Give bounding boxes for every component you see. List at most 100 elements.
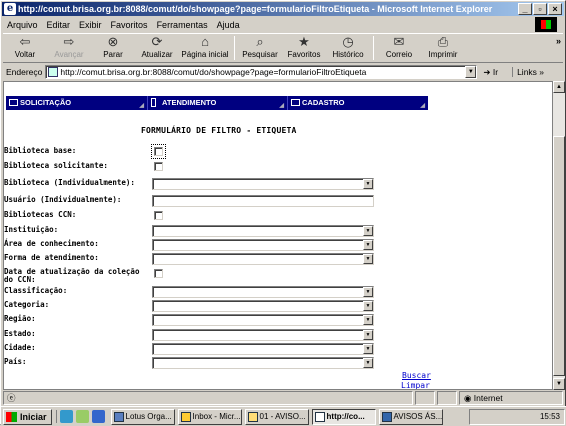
pais-select[interactable]: ▼ [152, 357, 374, 369]
back-button[interactable]: ⇦ Voltar [3, 35, 47, 62]
toolbar: ⇦ Voltar ⇨ Avançar ⊗ Parar ⟳ Atualizar ⌂ Pági… [3, 33, 563, 63]
browser-window: e http://comut.brisa.org.br:8088/comut/d… [0, 0, 566, 426]
title-bar[interactable]: e http://comut.brisa.org.br:8088/comut/d… [2, 2, 564, 16]
menu-ferramentas[interactable]: Ferramentas [157, 20, 208, 30]
field-row: Cidade: ▼ [4, 342, 434, 356]
field-label: Área de conhecimento: [4, 239, 99, 248]
menu-arquivo[interactable]: Arquivo [7, 20, 38, 30]
print-button[interactable]: ⎙ Imprimir [421, 35, 465, 62]
menu-favoritos[interactable]: Favoritos [111, 20, 148, 30]
scroll-up-icon[interactable]: ▲ [553, 81, 565, 93]
field-row: Biblioteca solicitante: [4, 160, 434, 174]
field-row: Biblioteca base: [4, 144, 434, 159]
field-label: Classificação: [4, 286, 68, 295]
menu-exibir[interactable]: Exibir [79, 20, 102, 30]
data-atualizacao-checkbox[interactable] [154, 269, 163, 278]
usuario-input[interactable] [152, 195, 374, 207]
categoria-select[interactable]: ▼ [152, 300, 374, 312]
status-cell [415, 391, 435, 405]
address-input[interactable]: http://comut.brisa.org.br:8088/comut/do/… [45, 65, 478, 79]
clock: 15:53 [539, 412, 560, 421]
start-button[interactable]: Iniciar [3, 408, 52, 425]
nav-cadastro[interactable]: CADASTRO ◢ [288, 96, 428, 110]
nav-solicitacao[interactable]: SOLICITAÇÃO ◢ [6, 96, 148, 110]
field-row: Área de conhecimento: ▼ [4, 238, 434, 252]
cidade-select[interactable]: ▼ [152, 343, 374, 355]
refresh-icon: ⟳ [151, 34, 163, 49]
tool-icon [151, 98, 156, 107]
buscar-link[interactable]: Buscar [402, 371, 431, 380]
chevron-down-icon: ▼ [363, 330, 373, 340]
chevron-down-icon: ▼ [363, 240, 373, 250]
address-dropdown-icon[interactable]: ▼ [465, 66, 477, 78]
limpar-link[interactable]: Limpar [401, 381, 430, 389]
task-inbox[interactable]: Inbox - Micr... [177, 408, 242, 425]
biblioteca-individual-select[interactable]: ▼ [152, 178, 374, 190]
minimize-button[interactable]: _ [518, 3, 532, 15]
refresh-button[interactable]: ⟳ Atualizar [135, 35, 179, 62]
nav-bar: SOLICITAÇÃO ◢ ATENDIMENTO ◢ CADASTRO ◢ [6, 96, 428, 110]
forward-button[interactable]: ⇨ Avançar [47, 35, 91, 62]
ie-icon[interactable] [91, 410, 105, 423]
desktop-icon[interactable] [59, 410, 73, 423]
biblioteca-solicitante-checkbox[interactable] [154, 162, 163, 171]
chevron-icon: ◢ [420, 103, 425, 109]
field-label: Data de atualização da coleção do CCN: [4, 267, 140, 284]
menu-bar: Arquivo Editar Exibir Favoritos Ferramen… [3, 17, 563, 32]
field-label: Categoria: [4, 300, 50, 309]
home-button[interactable]: ⌂ Página inicial [179, 35, 231, 62]
stop-button[interactable]: ⊗ Parar [91, 35, 135, 62]
back-arrow-icon: ⇦ [19, 34, 31, 49]
scroll-thumb[interactable] [553, 136, 565, 376]
close-button[interactable]: × [548, 3, 562, 15]
task-browser[interactable]: http://co... [311, 408, 376, 425]
scroll-down-icon[interactable]: ▼ [553, 378, 565, 390]
menu-ajuda[interactable]: Ajuda [217, 20, 240, 30]
field-label: Estado: [4, 329, 36, 338]
chevron-down-icon: ▼ [363, 358, 373, 368]
field-row: Classificação: ▼ [4, 285, 434, 299]
forma-atendimento-select[interactable]: ▼ [152, 253, 374, 265]
field-row: Região: ▼ [4, 313, 434, 327]
go-button[interactable]: ➜ Ir [483, 67, 498, 78]
field-row: Categoria: ▼ [4, 299, 434, 313]
toolbar-more-chevron[interactable]: » [556, 36, 561, 46]
estado-select[interactable]: ▼ [152, 329, 374, 341]
mail-button[interactable]: ✉ Correio [377, 35, 421, 62]
field-label: País: [4, 357, 27, 366]
biblioteca-base-checkbox[interactable] [151, 144, 166, 159]
search-button[interactable]: ⌕ Pesquisar [238, 35, 282, 62]
status-bar: ⓔ ◉ Internet [3, 391, 565, 405]
classificacao-select[interactable]: ▼ [152, 286, 374, 298]
task-avisos[interactable]: AVISOS ÁS... [378, 408, 443, 425]
bibliotecas-ccn-checkbox[interactable] [154, 211, 163, 220]
field-row: Bibliotecas CCN: [4, 209, 434, 223]
windows-logo-icon [535, 17, 557, 32]
form-title: FORMULÁRIO DE FILTRO - ETIQUETA [141, 126, 297, 135]
task-aviso[interactable]: 01 - AVISO... [244, 408, 309, 425]
page-content: SOLICITAÇÃO ◢ ATENDIMENTO ◢ CADASTRO ◢ FORM… [3, 81, 553, 390]
history-button[interactable]: ◷ Histórico [326, 35, 370, 62]
forward-arrow-icon: ⇨ [63, 34, 75, 49]
vertical-scrollbar[interactable]: ▲ ▼ [553, 81, 565, 390]
field-label: Biblioteca solicitante: [4, 161, 108, 170]
links-button[interactable]: Links » [512, 67, 544, 77]
chevron-down-icon: ▼ [363, 344, 373, 354]
nav-atendimento[interactable]: ATENDIMENTO ◢ [148, 96, 288, 110]
menu-editar[interactable]: Editar [47, 20, 71, 30]
maximize-button[interactable]: ▫ [533, 3, 547, 15]
ie-logo-icon: e [4, 3, 16, 15]
area-conhecimento-select[interactable]: ▼ [152, 239, 374, 251]
favorites-button[interactable]: ★ Favoritos [282, 35, 326, 62]
field-row: Data de atualização da coleção do CCN: [4, 266, 434, 286]
task-lotus[interactable]: Lotus Orga... [110, 408, 175, 425]
stop-icon: ⊗ [107, 34, 119, 49]
instituicao-select[interactable]: ▼ [152, 225, 374, 237]
outlook-icon[interactable] [75, 410, 89, 423]
regiao-select[interactable]: ▼ [152, 314, 374, 326]
chevron-icon: ◢ [279, 103, 284, 109]
status-text: ⓔ [3, 391, 413, 405]
address-label: Endereço [6, 67, 43, 77]
field-row: Estado: ▼ [4, 328, 434, 342]
field-label: Cidade: [4, 343, 36, 352]
